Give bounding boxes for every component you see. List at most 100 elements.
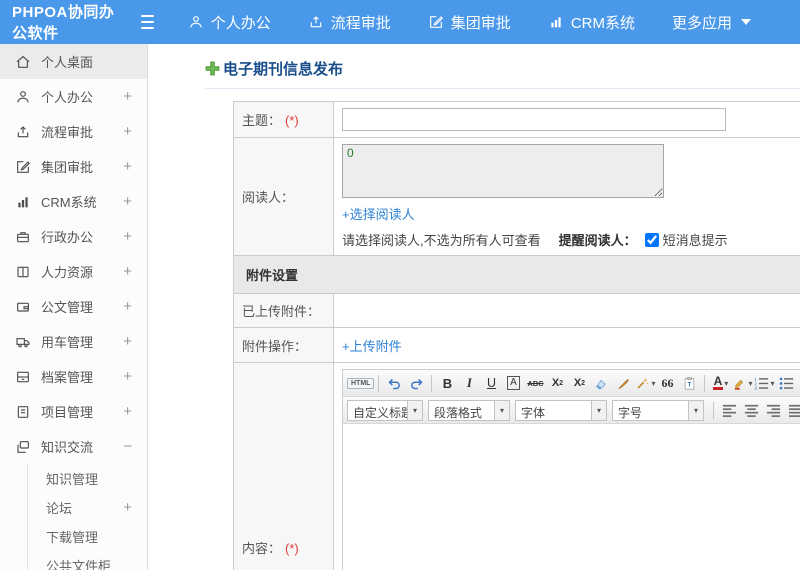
chart-icon: [548, 14, 564, 30]
expand-toggle-icon[interactable]: +: [123, 368, 132, 385]
subject-input[interactable]: [342, 108, 726, 131]
content-label: 内容：: [242, 540, 282, 556]
upload-attachment-link[interactable]: +上传附件: [342, 336, 402, 355]
subscript-button[interactable]: X2: [568, 373, 590, 394]
sidebar-subitem-knowledge-mgmt[interactable]: 知识管理: [28, 464, 147, 493]
sidebar-item-knowledge-exchange[interactable]: 知识交流 −: [0, 429, 147, 464]
sidebar-item-project-mgmt[interactable]: 项目管理 +: [0, 394, 147, 429]
sidebar-item-workflow-approval[interactable]: 流程审批 +: [0, 114, 147, 149]
expand-toggle-icon[interactable]: +: [123, 228, 132, 245]
align-right-icon[interactable]: [762, 400, 784, 421]
align-left-icon[interactable]: [718, 400, 740, 421]
expand-toggle-icon[interactable]: +: [123, 193, 132, 210]
edit-icon: [15, 159, 31, 175]
expand-toggle-icon[interactable]: +: [123, 158, 132, 175]
paragraph-select[interactable]: 段落格式 ▾: [428, 399, 510, 421]
expand-toggle-icon[interactable]: +: [123, 499, 132, 516]
redo-icon[interactable]: [405, 373, 427, 394]
eraser-icon[interactable]: [590, 373, 612, 394]
editor-content-area[interactable]: [343, 424, 800, 570]
user-icon: [15, 89, 31, 105]
superscript-button[interactable]: X2: [546, 373, 568, 394]
nav-group-approval[interactable]: 集团审批: [428, 12, 511, 33]
expand-toggle-icon[interactable]: +: [123, 263, 132, 280]
expand-toggle-icon[interactable]: +: [123, 298, 132, 315]
sidebar-item-doc-mgmt[interactable]: 公文管理 +: [0, 289, 147, 324]
nav-label: 更多应用: [671, 14, 732, 32]
add-icon: [205, 61, 220, 76]
sidebar-subitem-forum[interactable]: 论坛 +: [28, 493, 147, 522]
font-size-select[interactable]: 字号 ▾: [612, 399, 704, 421]
sidebar-item-hr[interactable]: 人力资源 +: [0, 254, 147, 289]
sidebar-item-label: 个人办公: [41, 90, 94, 105]
italic-button[interactable]: I: [458, 373, 480, 394]
chevron-down-icon[interactable]: ▾: [494, 400, 509, 420]
highlight-color-icon[interactable]: [731, 373, 753, 394]
ordered-list-icon[interactable]: 123: [753, 373, 775, 394]
sidebar-item-vehicle-mgmt[interactable]: 用车管理 +: [0, 324, 147, 359]
html-source-button[interactable]: HTML: [347, 373, 375, 394]
align-justify-icon[interactable]: [784, 400, 800, 421]
strikethrough-button[interactable]: ABC: [524, 373, 546, 394]
nav-more-apps[interactable]: 更多应用: [672, 12, 751, 33]
select-readers-link[interactable]: +选择阅读人: [342, 204, 415, 223]
sidebar-item-archive-mgmt[interactable]: 档案管理 +: [0, 359, 147, 394]
blockquote-button[interactable]: 66: [656, 373, 678, 394]
sidebar-item-label: 行政办公: [41, 230, 94, 245]
nav-crm[interactable]: CRM系统: [548, 12, 635, 33]
expand-toggle-icon[interactable]: +: [123, 403, 132, 420]
sidebar-item-admin-office[interactable]: 行政办公 +: [0, 219, 147, 254]
auto-typeset-icon[interactable]: [634, 373, 656, 394]
rich-text-editor: HTML B I U A ABC X2 X 2 ▾ 66 T A ▾ ▾ 1 2…: [342, 369, 800, 570]
editor-toolbar-row-2: 自定义标题▾段落格式▾字体▾字号▾: [343, 397, 800, 424]
sidebar-item-group-approval[interactable]: 集团审批 +: [0, 149, 147, 184]
svg-text:T: T: [688, 381, 692, 388]
sms-remind-checkbox[interactable]: [644, 232, 659, 247]
expand-toggle-icon[interactable]: +: [123, 123, 132, 140]
sidebar-item-personal-desktop[interactable]: 个人桌面: [0, 44, 147, 79]
sidebar-item-label: 个人桌面: [41, 55, 94, 70]
chevron-down-icon[interactable]: ▾: [591, 400, 606, 420]
briefcase-icon: [15, 229, 31, 245]
align-center-icon[interactable]: [740, 400, 762, 421]
user-icon: [188, 14, 204, 30]
sidebar-subitem-download-mgmt[interactable]: 下载管理: [28, 522, 147, 551]
nav-personal-office[interactable]: 个人办公: [188, 12, 271, 33]
sidebar: 个人桌面 个人办公 + 流程审批 + 集团审批 + CRM系统 + 行政办公 + 人力资源 + 公文管理 +…: [0, 44, 148, 570]
attachment-section-title: 附件设置: [233, 255, 800, 294]
page-title-text: 电子期刊信息发布: [223, 61, 344, 78]
menu-icon[interactable]: [141, 15, 154, 29]
chevron-down-icon[interactable]: ▾: [407, 400, 422, 420]
chevron-down-icon[interactable]: ▾: [688, 400, 703, 420]
attachment-section-row: 附件设置: [233, 255, 800, 294]
sidebar-subitem-public-cabinet[interactable]: 公共文件柜: [28, 551, 147, 570]
expand-toggle-icon[interactable]: −: [123, 438, 132, 455]
layers-icon: [15, 439, 31, 455]
sidebar-item-personal-office[interactable]: 个人办公 +: [0, 79, 147, 114]
required-mark: (*): [285, 540, 299, 556]
format-painter-icon[interactable]: [612, 373, 634, 394]
undo-icon[interactable]: [383, 373, 405, 394]
readers-row: 阅读人： 0 +选择阅读人 请选择阅读人,不选为所有人可查看 提醒阅读人： 短消…: [233, 137, 800, 256]
font-color-button[interactable]: A: [709, 373, 731, 394]
font-family-select[interactable]: 字体 ▾: [515, 399, 607, 421]
caret-down-icon: [741, 19, 751, 25]
sidebar-item-label: 知识交流: [41, 440, 94, 455]
sidebar-subitem-label: 下载管理: [46, 530, 99, 545]
paste-text-icon[interactable]: T: [678, 373, 700, 394]
archive-icon: [15, 369, 31, 385]
sidebar-item-crm[interactable]: CRM系统 +: [0, 184, 147, 219]
unordered-list-icon[interactable]: [775, 373, 797, 394]
readers-textarea[interactable]: 0: [342, 144, 664, 198]
underline-button[interactable]: U: [480, 373, 502, 394]
nav-workflow-approval[interactable]: 流程审批: [308, 12, 391, 33]
expand-toggle-icon[interactable]: +: [123, 333, 132, 350]
char-border-button[interactable]: A: [502, 373, 524, 394]
chart-icon: [15, 194, 31, 210]
custom-title-select[interactable]: 自定义标题▾: [347, 399, 423, 421]
subject-label: 主题：: [242, 113, 282, 128]
bold-button[interactable]: B: [436, 373, 458, 394]
content-row: 内容： (*) HTML B I U A ABC X 2 X 2 ▾ 66 T …: [233, 362, 800, 570]
nav-label: CRM系统: [570, 14, 635, 32]
expand-toggle-icon[interactable]: +: [123, 88, 132, 105]
